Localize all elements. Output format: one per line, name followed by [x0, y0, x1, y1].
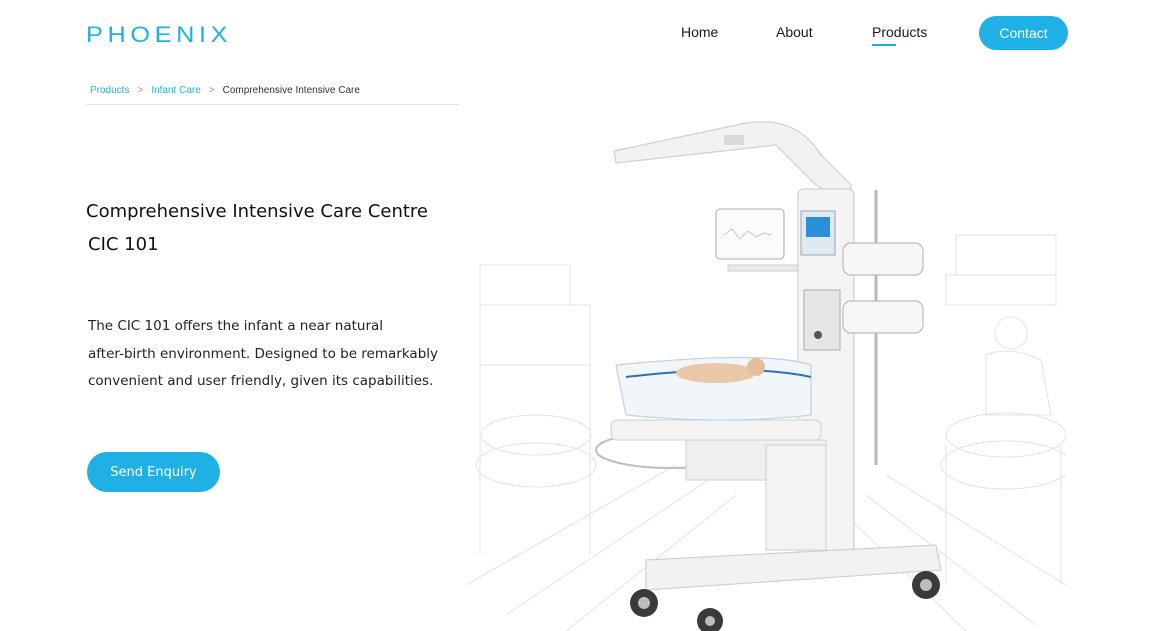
nav-item-home[interactable]: Home — [681, 24, 718, 40]
main-nav: Home About Products Contact — [0, 16, 1152, 52]
warmer-unit — [595, 121, 942, 631]
breadcrumb-separator: > — [137, 85, 144, 96]
product-title: Comprehensive Intensive Care Centre — [86, 201, 429, 222]
send-enquiry-button[interactable]: Send Enquiry — [87, 452, 220, 492]
breadcrumb: Products > Infant Care > Comprehensive I… — [90, 85, 360, 96]
breadcrumb-link-infant-care[interactable]: Infant Care — [151, 85, 200, 96]
product-description: The CIC 101 offers the infant a near nat… — [88, 313, 458, 396]
site-header: PHOENIX Home About Products Contact — [0, 0, 1152, 70]
description-line: convenient and user friendly, given its … — [88, 373, 434, 389]
breadcrumb-divider — [86, 104, 459, 105]
breadcrumb-link-products[interactable]: Products — [90, 85, 129, 96]
product-image-infant-warmer — [466, 121, 1066, 631]
description-line: after-birth environment. Designed to be … — [88, 345, 438, 362]
product-model: CIC 101 — [88, 234, 159, 255]
breadcrumb-separator: > — [208, 85, 215, 96]
nav-active-indicator — [872, 44, 896, 46]
breadcrumb-current: Comprehensive Intensive Care — [222, 85, 360, 96]
nav-item-about[interactable]: About — [776, 24, 813, 40]
nav-item-products[interactable]: Products — [872, 24, 927, 40]
description-line: The CIC 101 offers the infant a near nat… — [88, 318, 384, 334]
contact-button[interactable]: Contact — [979, 16, 1068, 50]
